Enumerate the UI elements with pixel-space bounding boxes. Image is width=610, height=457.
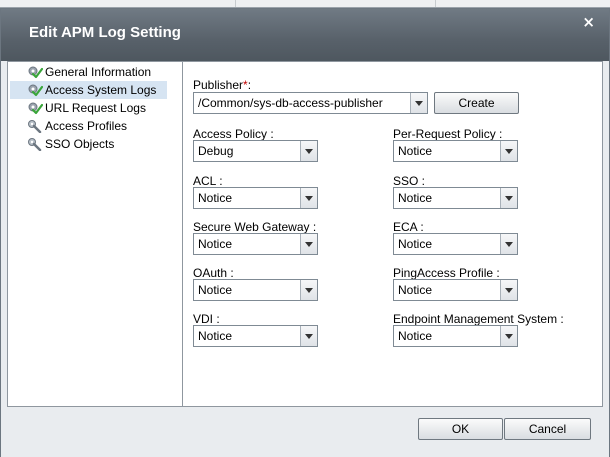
access-policy-select[interactable]: Debug xyxy=(193,140,318,162)
sidebar-item-access-profiles[interactable]: Access Profiles xyxy=(10,117,167,135)
access-policy-select-value: Debug xyxy=(198,144,234,158)
chevron-down-icon[interactable] xyxy=(410,93,427,113)
vdi-select-value: Notice xyxy=(198,329,233,343)
endpoint-management-system-select-value: Notice xyxy=(398,329,433,343)
access-policy-label: Access Policy : xyxy=(193,127,274,141)
publisher-label: Publisher*: xyxy=(193,78,252,92)
chevron-down-icon[interactable] xyxy=(500,234,517,254)
secure-web-gateway-select-value: Notice xyxy=(198,237,233,251)
sidebar-item-sso-objects[interactable]: SSO Objects xyxy=(10,135,167,153)
sso-select-value: Notice xyxy=(398,191,433,205)
gear-check-icon xyxy=(27,101,44,115)
pingaccess-profile-select[interactable]: Notice xyxy=(393,279,518,301)
sidebar-item-label: Access Profiles xyxy=(45,119,128,133)
dialog-content: General Information Access System Logs URL… xyxy=(7,61,603,407)
oauth-select-value: Notice xyxy=(198,283,233,297)
main-panel: Publisher*: /Common/sys-db-access-publis… xyxy=(184,62,602,406)
per-request-policy-select-value: Notice xyxy=(398,144,433,158)
eca-select-value: Notice xyxy=(398,237,433,251)
endpoint-management-system-label: Endpoint Management System : xyxy=(393,312,564,326)
chevron-down-icon[interactable] xyxy=(300,326,317,346)
oauth-label: OAuth : xyxy=(193,266,234,280)
publisher-select[interactable]: /Common/sys-db-access-publisher xyxy=(193,92,428,114)
chevron-down-icon[interactable] xyxy=(500,280,517,300)
pingaccess-profile-select-value: Notice xyxy=(398,283,433,297)
secure-web-gateway-label: Secure Web Gateway : xyxy=(193,220,317,234)
sidebar-item-general-information[interactable]: General Information xyxy=(10,63,167,81)
sidebar: General Information Access System Logs URL… xyxy=(8,62,183,406)
endpoint-management-system-select[interactable]: Notice xyxy=(393,325,518,347)
sidebar-item-access-system-logs[interactable]: Access System Logs xyxy=(10,81,167,99)
chevron-down-icon[interactable] xyxy=(300,141,317,161)
sso-label: SSO : xyxy=(393,174,426,188)
sidebar-item-label: General Information xyxy=(45,65,152,79)
wrench-icon xyxy=(27,119,43,134)
sso-select[interactable]: Notice xyxy=(393,187,518,209)
sidebar-item-label: SSO Objects xyxy=(45,137,115,151)
dialog-title: Edit APM Log Setting xyxy=(29,24,181,41)
pingaccess-profile-label: PingAccess Profile : xyxy=(393,266,500,280)
create-button[interactable]: Create xyxy=(434,92,519,114)
chevron-down-icon[interactable] xyxy=(300,188,317,208)
per-request-policy-label: Per-Request Policy : xyxy=(393,127,503,141)
acl-select[interactable]: Notice xyxy=(193,187,318,209)
publisher-select-value: /Common/sys-db-access-publisher xyxy=(198,96,383,110)
chevron-down-icon[interactable] xyxy=(500,141,517,161)
sidebar-item-url-request-logs[interactable]: URL Request Logs xyxy=(10,99,167,117)
sidebar-item-label: Access System Logs xyxy=(45,83,157,97)
gear-check-icon xyxy=(27,65,44,79)
close-icon[interactable]: × xyxy=(582,13,595,31)
cancel-button[interactable]: Cancel xyxy=(504,418,591,440)
ok-button[interactable]: OK xyxy=(418,418,503,440)
chevron-down-icon[interactable] xyxy=(300,280,317,300)
chevron-down-icon[interactable] xyxy=(300,234,317,254)
chevron-down-icon[interactable] xyxy=(500,188,517,208)
acl-select-value: Notice xyxy=(198,191,233,205)
sidebar-item-label: URL Request Logs xyxy=(45,101,146,115)
dialog-titlebar: Edit APM Log Setting × xyxy=(1,9,609,61)
dialog-footer: OK Cancel xyxy=(1,409,609,457)
per-request-policy-select[interactable]: Notice xyxy=(393,140,518,162)
background-cell xyxy=(0,0,236,8)
oauth-select[interactable]: Notice xyxy=(193,279,318,301)
background-cell xyxy=(236,0,436,8)
wrench-icon xyxy=(27,137,43,152)
eca-label: ECA : xyxy=(393,220,424,234)
secure-web-gateway-select[interactable]: Notice xyxy=(193,233,318,255)
background-app-header xyxy=(0,0,610,8)
gear-check-icon xyxy=(27,83,44,97)
acl-label: ACL : xyxy=(193,174,223,188)
chevron-down-icon[interactable] xyxy=(500,326,517,346)
vdi-select[interactable]: Notice xyxy=(193,325,318,347)
edit-apm-log-setting-dialog: Edit APM Log Setting × General Informati… xyxy=(0,8,610,457)
vdi-label: VDI : xyxy=(193,312,220,326)
eca-select[interactable]: Notice xyxy=(393,233,518,255)
